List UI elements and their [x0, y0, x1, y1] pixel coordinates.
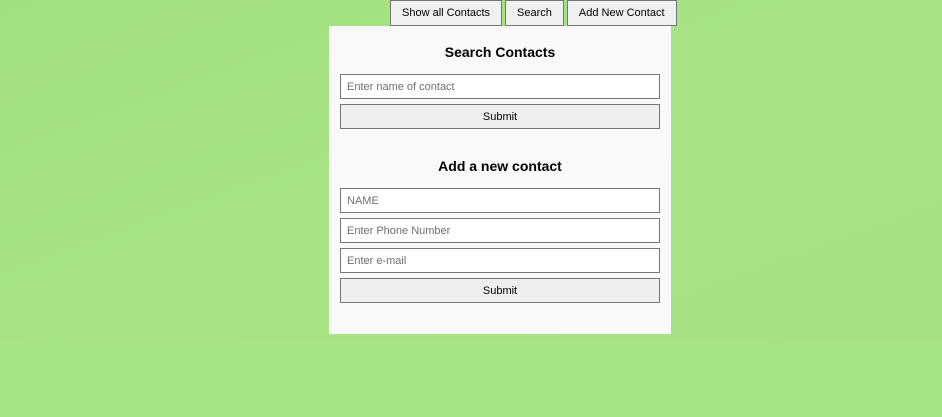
search-nav-button[interactable]: Search — [505, 0, 564, 26]
page-background-lower — [0, 341, 942, 417]
search-name-input[interactable] — [340, 74, 660, 99]
add-contact-submit-button[interactable]: Submit — [340, 278, 660, 303]
add-new-contact-button[interactable]: Add New Contact — [566, 0, 677, 26]
contacts-panel: Search Contacts Submit Add a new contact… — [329, 26, 671, 334]
show-all-contacts-button[interactable]: Show all Contacts — [390, 0, 503, 26]
contact-phone-input[interactable] — [340, 218, 660, 243]
contact-email-input[interactable] — [340, 248, 660, 273]
contact-name-input[interactable] — [340, 188, 660, 213]
top-nav: Show all Contacts Search Add New Contact — [390, 0, 677, 26]
search-contacts-title: Search Contacts — [444, 44, 556, 60]
search-submit-button[interactable]: Submit — [340, 104, 660, 129]
add-contact-title: Add a new contact — [438, 158, 562, 174]
